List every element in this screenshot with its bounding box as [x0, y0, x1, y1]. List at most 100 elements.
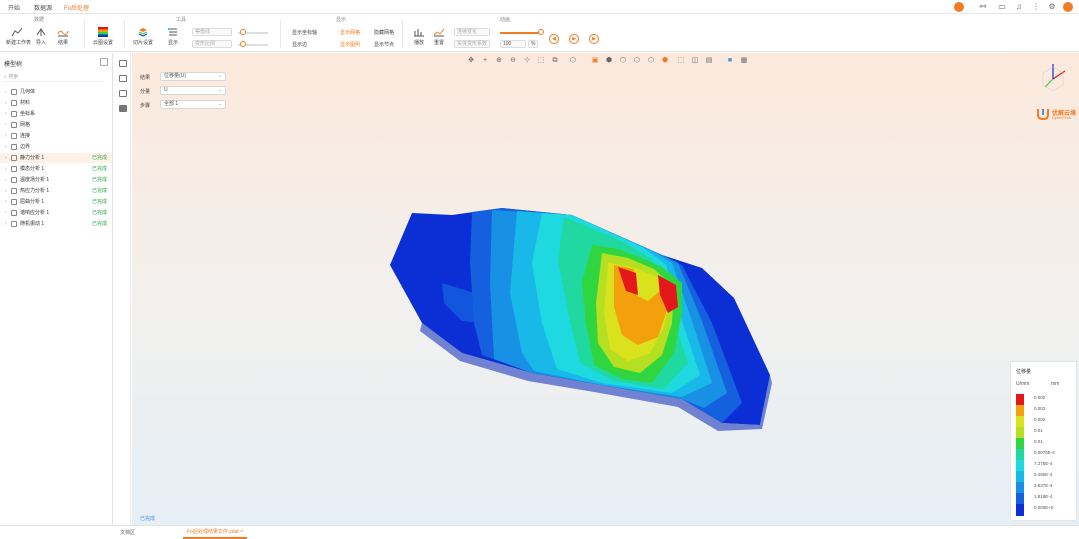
component-select-value: U — [164, 87, 168, 93]
select-box-icon[interactable]: ⬚ — [537, 57, 545, 65]
background-icon[interactable]: ■ — [726, 57, 734, 65]
zoom-out-icon[interactable]: ⊖ — [509, 57, 517, 65]
tree-item[interactable]: › 模态分析 1 已完成 — [0, 164, 112, 174]
tab-start[interactable]: 开始 — [8, 3, 20, 12]
shaded-edges-icon[interactable]: ▤ — [705, 57, 713, 65]
tree-item[interactable]: › 坐标系 — [0, 109, 112, 119]
result-select[interactable]: 位移量(U) ⌄ — [160, 72, 226, 81]
chevron-right-icon[interactable]: › — [5, 186, 7, 196]
display-button[interactable]: 显示 — [162, 27, 184, 49]
animation-slider-knob[interactable] — [538, 29, 544, 35]
slice-settings-button[interactable]: 切片设置 — [132, 27, 154, 49]
play-button[interactable]: 播放 — [408, 27, 430, 49]
view-left-icon[interactable]: ⬡ — [633, 57, 641, 65]
tree-item[interactable]: › 谐响应分析 1 已完成 — [0, 208, 112, 218]
share-icon[interactable]: ⚯ — [978, 2, 988, 12]
result-button[interactable]: 结果 — [52, 27, 74, 49]
view-right-icon[interactable]: ⬡ — [647, 57, 655, 65]
tree-search-input[interactable]: ⌕ 搜索 — [4, 73, 104, 82]
view-top-icon[interactable]: ⬡ — [619, 57, 627, 65]
tree-item[interactable]: › 连接 — [0, 131, 112, 141]
file-tab[interactable]: Fo后处理结果文件.ydat × — [183, 527, 247, 539]
bell-icon[interactable]: ♫ — [1014, 2, 1024, 12]
settings-dots-icon[interactable]: ⋮ — [1031, 2, 1041, 12]
collapse-panel-icon[interactable] — [100, 58, 108, 66]
3d-viewport[interactable]: ✥ + ⊕ ⊖ ⊹ ⬚ ⧉ ⬡ ▣ ⬢ ⬡ ⬡ ⬡ ⬢ ⬚ ◫ ▤ ■ ▦ 结果… — [132, 53, 1079, 525]
deform-scale-select[interactable]: 变形比例 — [192, 40, 232, 48]
option-show-nodes[interactable]: 显示节点 — [374, 41, 394, 48]
shaded-icon[interactable]: ◫ — [691, 57, 699, 65]
chevron-right-icon[interactable]: › — [5, 197, 7, 207]
reset-button[interactable]: 重置 — [428, 27, 450, 49]
chevron-right-icon[interactable]: › — [5, 87, 7, 97]
tree-item[interactable]: › 随机振动 1 已完成 — [0, 219, 112, 229]
pan-icon[interactable]: ✥ — [467, 57, 475, 65]
chart-icon — [11, 27, 23, 37]
isoline-select[interactable]: 等值线 — [192, 28, 232, 36]
import-button[interactable]: 导入 — [30, 27, 52, 49]
chevron-right-icon[interactable]: › — [5, 164, 7, 174]
chevron-right-icon[interactable]: › — [5, 208, 7, 218]
tree-item[interactable]: › 几何体 — [0, 87, 112, 97]
wireframe-icon[interactable]: ⬚ — [677, 57, 685, 65]
measure-icon[interactable]: ⧉ — [551, 57, 559, 65]
opacity-slider-knob[interactable] — [240, 29, 246, 35]
play-icon[interactable]: ▶ — [569, 34, 579, 44]
view-back-icon[interactable]: ⬢ — [661, 57, 669, 65]
document-area-label: 文档区 — [120, 530, 136, 536]
chevron-right-icon[interactable]: › — [5, 98, 7, 108]
tree-item[interactable]: › 材料 — [0, 98, 112, 108]
color-legend[interactable]: 位移量 U/mm mm 0.002 0.002 0.002 0.01 0.01 0.007… — [1010, 361, 1077, 521]
tree-item[interactable]: › 温度场分析 1 已完成 — [0, 175, 112, 185]
avatar[interactable] — [1063, 2, 1073, 12]
option-show-edges[interactable]: 显示边 — [292, 41, 307, 48]
chevron-right-icon[interactable]: › — [5, 109, 7, 119]
doc-icon[interactable] — [119, 60, 127, 67]
option-show-mesh[interactable]: 显示网格 — [340, 29, 360, 36]
axis-triad-icon[interactable] — [1037, 61, 1069, 93]
tree-item[interactable]: › 屈曲分析 1 已完成 — [0, 197, 112, 207]
tree-item-label: 边界 — [20, 144, 31, 150]
tab-data-source[interactable]: 数据源 — [34, 3, 52, 12]
animation-value-input[interactable]: 100 — [500, 40, 526, 48]
step-forward-icon[interactable]: ▶ — [589, 34, 599, 44]
chevron-right-icon[interactable]: › — [5, 219, 7, 229]
view-front-icon[interactable]: ▣ — [591, 57, 599, 65]
option-show-legend[interactable]: 显示图例 — [340, 41, 360, 48]
fea-contour-model[interactable] — [382, 203, 782, 433]
scale-slider-knob[interactable] — [240, 41, 246, 47]
cube-icon[interactable]: ⬡ — [569, 57, 577, 65]
step-select[interactable]: 全部 1 ⌄ — [160, 100, 226, 109]
result-panel-icon[interactable] — [119, 105, 127, 112]
chevron-right-icon[interactable]: › — [5, 142, 7, 152]
page-icon[interactable] — [119, 75, 127, 82]
deform-factor-select[interactable]: 实体变形系数 — [454, 40, 490, 48]
add-icon[interactable]: + — [481, 57, 489, 65]
new-sheet-button[interactable]: 新建工作表 — [6, 27, 31, 49]
notification-badge-icon[interactable] — [954, 2, 964, 12]
legend-value: 0.0075E-4 — [1034, 450, 1055, 455]
tree-item[interactable]: › 静力分析 1 已完成 — [0, 153, 112, 163]
step-back-icon[interactable]: ◀ — [549, 34, 559, 44]
gear-icon[interactable]: ⚙ — [1047, 2, 1057, 12]
zoom-in-icon[interactable]: ⊕ — [495, 57, 503, 65]
fit-view-icon[interactable]: ⊹ — [523, 57, 531, 65]
step-select-value: 全部 1 — [164, 101, 179, 107]
view-iso-icon[interactable]: ⬢ — [605, 57, 613, 65]
option-show-axes[interactable]: 显示坐标轴 — [292, 29, 317, 36]
option-hide-mesh[interactable]: 隐藏网格 — [374, 29, 394, 36]
tree-item[interactable]: › 网格 — [0, 120, 112, 130]
chevron-right-icon[interactable]: › — [5, 153, 7, 163]
tree-item[interactable]: › 边界 — [0, 142, 112, 152]
chevron-right-icon[interactable]: › — [5, 120, 7, 130]
chevron-right-icon[interactable]: › — [5, 131, 7, 141]
window-icon[interactable]: ▭ — [997, 2, 1007, 12]
component-select[interactable]: U ⌄ — [160, 86, 226, 95]
chevron-right-icon[interactable]: › — [5, 175, 7, 185]
grid-icon[interactable]: ▦ — [740, 57, 748, 65]
tree-item[interactable]: › 热应力分析 1 已完成 — [0, 186, 112, 196]
continuous-select[interactable]: 连续变化 — [454, 28, 490, 36]
copy-icon[interactable] — [119, 90, 127, 97]
contour-settings-button[interactable]: 云图设置 — [92, 27, 114, 49]
close-icon[interactable]: × — [240, 529, 243, 535]
